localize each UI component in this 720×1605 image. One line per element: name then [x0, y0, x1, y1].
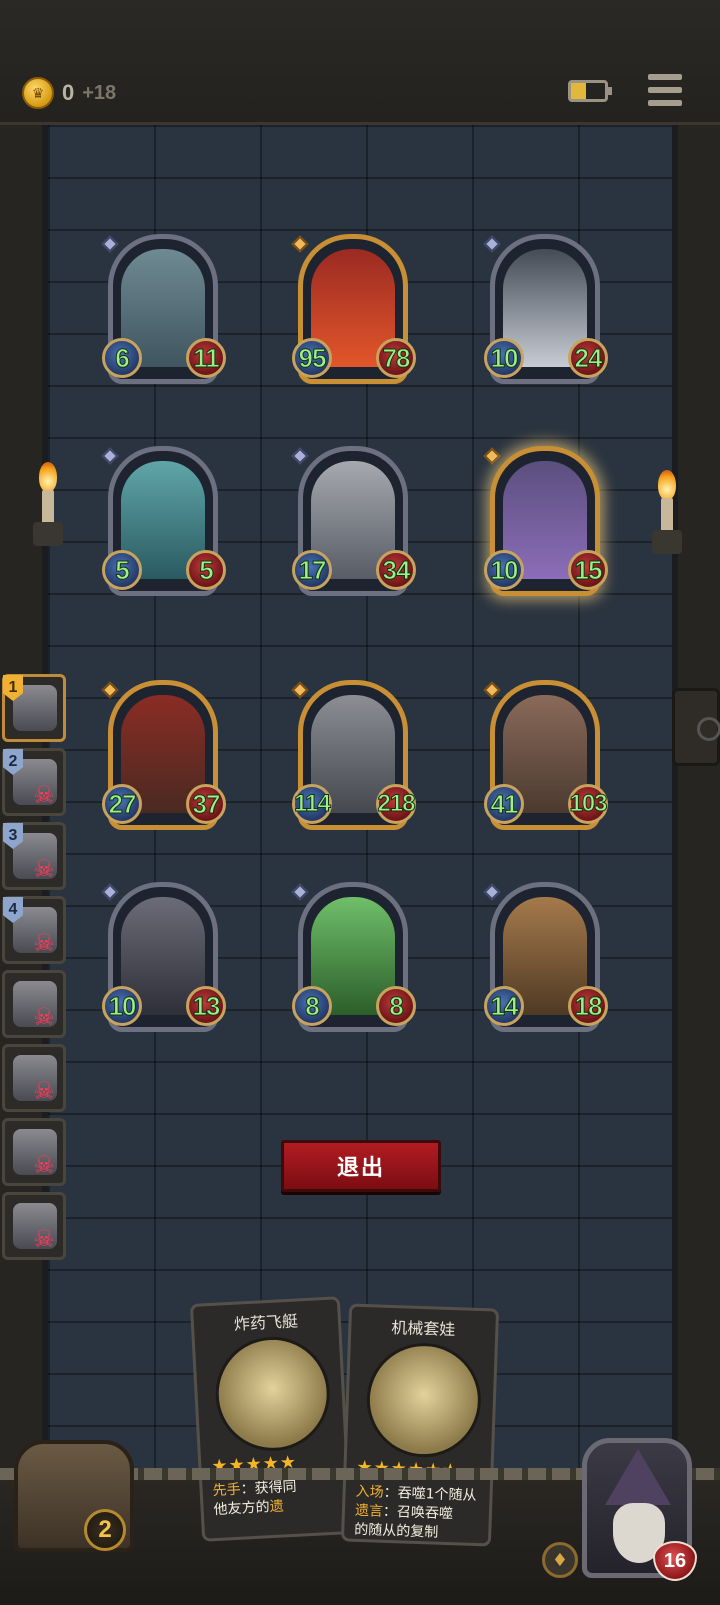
skull-icon: ☠ — [33, 1003, 55, 1031]
torch-right-icon — [652, 470, 682, 560]
skull-icon: ☠ — [33, 1151, 55, 1179]
minion-bald-brute[interactable]: 41 103 — [483, 680, 608, 840]
skull-icon: ☠ — [33, 1225, 55, 1253]
opponent-item[interactable]: 4 ☠ — [2, 896, 66, 964]
opponent-item[interactable]: ☠ — [2, 970, 66, 1038]
health-stat: 24 — [568, 338, 608, 378]
opponent-item[interactable]: 1 — [2, 674, 66, 742]
health-stat: 103 — [568, 784, 608, 824]
airship-art — [212, 1333, 333, 1454]
tier-gem-icon — [483, 883, 501, 901]
minion-shark-brute[interactable]: 6 11 — [101, 234, 226, 394]
tier-gem-icon — [291, 883, 309, 901]
opponent-item[interactable]: 3 ☠ — [2, 822, 66, 890]
torch-left-icon — [33, 462, 63, 552]
chest-count-badge: 2 — [84, 1509, 126, 1551]
tier-gem-icon — [101, 681, 119, 699]
skull-icon: ☠ — [33, 929, 55, 957]
bell-icon[interactable]: ♦ — [542, 1542, 578, 1578]
health-stat: 8 — [376, 986, 416, 1026]
crown-coin-icon: ♛ — [22, 77, 54, 109]
hero-hat — [605, 1449, 671, 1505]
health-stat: 34 — [376, 550, 416, 590]
minion-red-dragon[interactable]: 95 78 — [291, 234, 416, 394]
opponent-item[interactable]: ☠ — [2, 1192, 66, 1260]
skull-icon: ☠ — [33, 855, 55, 883]
minion-ghost-bat[interactable]: 88 — [291, 882, 416, 1042]
attack-stat: 41 — [484, 784, 524, 824]
minion-armored-knight[interactable]: 114 218 — [291, 680, 416, 840]
tier-gem-icon — [483, 447, 501, 465]
card-description: 先手：获得同 他友方的遗 — [212, 1478, 297, 1519]
battery-level-fill — [571, 83, 587, 99]
card-description: 入场：吞噬1个随从 遗言：召唤吞噬 的随从的复制 — [354, 1483, 477, 1541]
tier-gem-icon — [101, 235, 119, 253]
health-stat: 5 — [186, 550, 226, 590]
attack-stat: 10 — [484, 550, 524, 590]
hand-card-airship[interactable]: 炸药飞艇 ★★★★★ 先手：获得同 他友方的遗 — [189, 1296, 353, 1542]
minion-helmet-brute[interactable]: 10 15 — [483, 446, 608, 606]
tier-gem-icon — [483, 235, 501, 253]
attack-stat: 5 — [102, 550, 142, 590]
health-stat: 11 — [186, 338, 226, 378]
robot-matryoshka-art — [364, 1341, 483, 1460]
health-stat: 18 — [568, 986, 608, 1026]
door-handle-icon — [672, 688, 720, 766]
attack-stat: 10 — [484, 338, 524, 378]
tier-gem-icon — [291, 447, 309, 465]
minion-robot-heart[interactable]: 17 34 — [291, 446, 416, 606]
attack-stat: 114 — [292, 784, 332, 824]
right-wall-frame — [676, 125, 720, 1575]
exit-button[interactable]: 退出 — [281, 1140, 441, 1192]
tier-gem-icon — [483, 681, 501, 699]
attack-stat: 95 — [292, 338, 332, 378]
health-stat: 13 — [186, 986, 226, 1026]
card-title: 机械套娃 — [391, 1317, 456, 1340]
health-stat: 15 — [568, 550, 608, 590]
attack-stat: 17 — [292, 550, 332, 590]
attack-stat: 6 — [102, 338, 142, 378]
gold-income: +18 — [82, 81, 117, 104]
minion-cowboy-adventurer[interactable]: 14 18 — [483, 882, 608, 1042]
opponent-item[interactable]: ☠ — [2, 1044, 66, 1112]
attack-stat: 10 — [102, 986, 142, 1026]
health-stat: 37 — [186, 784, 226, 824]
minion-rose-wizard[interactable]: 10 13 — [101, 882, 226, 1042]
skull-icon: ☠ — [33, 781, 55, 809]
top-bar: ♛ 0 +18 — [0, 0, 720, 125]
tier-gem-icon — [291, 681, 309, 699]
attack-stat: 8 — [292, 986, 332, 1026]
health-stat: 78 — [376, 338, 416, 378]
skull-icon: ☠ — [33, 1077, 55, 1105]
tier-gem-icon — [291, 235, 309, 253]
hand-card-matryoshka[interactable]: 机械套娃 ★★★★★★ 入场：吞噬1个随从 遗言：召唤吞噬 的随从的复制 — [340, 1303, 500, 1547]
gold-value: 0 — [62, 80, 75, 105]
health-stat: 218 — [376, 784, 416, 824]
gold-display: ♛ 0 +18 — [22, 76, 116, 110]
opponent-item[interactable]: ☠ — [2, 1118, 66, 1186]
minion-crystal-beast[interactable]: 55 — [101, 446, 226, 606]
minion-skull-demon[interactable]: 10 24 — [483, 234, 608, 394]
opponent-item[interactable]: 2 ☠ — [2, 748, 66, 816]
hamburger-menu-icon[interactable] — [648, 74, 682, 106]
tier-gem-icon — [101, 883, 119, 901]
battery-icon — [568, 80, 612, 102]
minion-red-hood-assassin[interactable]: 27 37 — [101, 680, 226, 840]
attack-stat: 27 — [102, 784, 142, 824]
attack-stat: 14 — [484, 986, 524, 1026]
card-title: 炸药飞艇 — [233, 1311, 299, 1334]
tier-gem-icon — [101, 447, 119, 465]
